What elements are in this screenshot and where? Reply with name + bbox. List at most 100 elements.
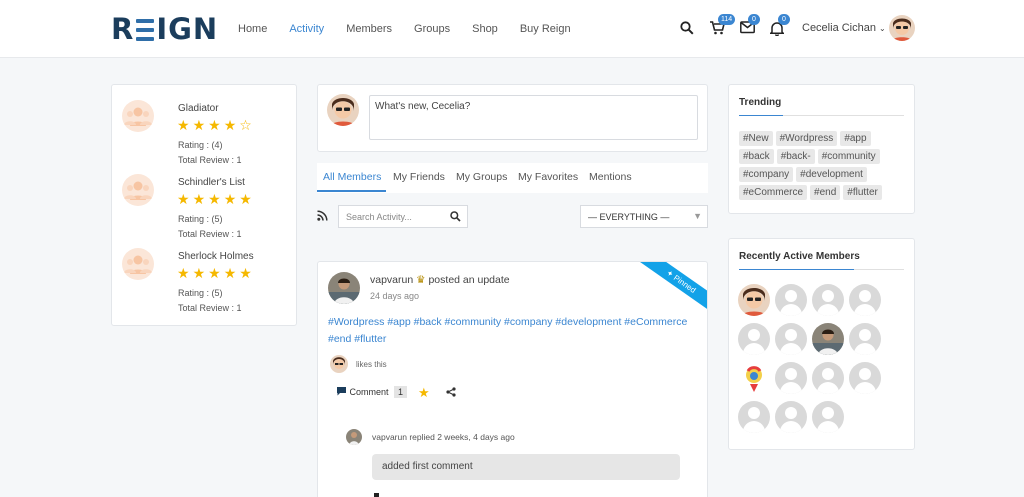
nav-buy-reign[interactable]: Buy Reign xyxy=(520,23,571,35)
nav-home[interactable]: Home xyxy=(238,23,267,35)
notifications-bell-icon[interactable]: 0 xyxy=(768,14,790,37)
trending-tag[interactable]: #flutter xyxy=(843,185,882,200)
star-icon: ★ xyxy=(208,191,224,207)
star-icon: ★ xyxy=(192,117,209,133)
review-total: Total Review : 1 xyxy=(178,229,242,239)
activity-filter-select[interactable]: — EVERYTHING — ▼ xyxy=(580,205,708,228)
tab-my-groups[interactable]: My Groups xyxy=(456,171,507,183)
messages-count-badge: 0 xyxy=(748,14,760,25)
activity-action: posted an update xyxy=(428,274,510,286)
author-name[interactable]: vapvarun xyxy=(370,274,413,286)
user-avatar[interactable] xyxy=(889,15,915,41)
hashtags-line[interactable]: #end #flutter xyxy=(328,331,698,348)
member-avatar[interactable] xyxy=(812,362,844,394)
activity-time[interactable]: 24 days ago xyxy=(370,291,419,301)
member-avatar[interactable] xyxy=(775,401,807,433)
recent-members-widget: Recently Active Members xyxy=(728,238,915,450)
trending-tag[interactable]: #back xyxy=(739,149,774,164)
activity-header: vapvarun ♛ posted an update xyxy=(370,274,510,286)
trending-widget: Trending #New #Wordpress #app#back #back- #c… xyxy=(728,84,915,214)
nav-members[interactable]: Members xyxy=(346,23,392,35)
trending-tag[interactable]: #eCommerce xyxy=(739,185,808,200)
star-icon: ★ xyxy=(177,191,193,207)
review-rating: Rating : (5) xyxy=(178,288,223,298)
member-avatar[interactable] xyxy=(738,323,770,355)
badge-icon: ♛ xyxy=(416,274,426,286)
trending-tag[interactable]: #back- xyxy=(776,149,815,164)
member-avatar[interactable] xyxy=(812,401,844,433)
site-header: R IGN Home Activity Members Groups Shop B… xyxy=(0,0,1024,58)
tab-my-friends[interactable]: My Friends xyxy=(393,171,445,183)
pinned-label: Pinned xyxy=(671,273,698,295)
nav-groups[interactable]: Groups xyxy=(414,23,450,35)
reply-author[interactable]: vapvarun xyxy=(372,432,407,442)
title-underline xyxy=(739,115,783,116)
member-avatar[interactable] xyxy=(775,362,807,394)
trending-tag[interactable]: #New xyxy=(739,131,773,146)
star-icon: ★ xyxy=(192,265,209,281)
star-icon: ★ xyxy=(223,265,240,281)
trending-tag[interactable]: #app xyxy=(840,131,871,146)
comment-label: Comment xyxy=(349,387,389,397)
review-title[interactable]: Sherlock Holmes xyxy=(178,251,254,262)
activity-tabs: All Members My Friends My Groups My Favo… xyxy=(317,163,708,193)
trending-tag[interactable]: #development xyxy=(796,167,867,182)
current-user-avatar[interactable] xyxy=(327,94,359,126)
reply-author-avatar[interactable] xyxy=(346,429,362,445)
member-avatar[interactable] xyxy=(849,323,881,355)
trending-tag[interactable]: #Wordpress xyxy=(775,131,838,146)
tab-all-members[interactable]: All Members xyxy=(323,171,381,183)
review-total: Total Review : 1 xyxy=(178,303,242,313)
rss-icon[interactable] xyxy=(317,210,328,224)
user-name: Cecelia Cichan xyxy=(802,22,876,34)
search-icon[interactable] xyxy=(680,21,696,37)
member-avatar[interactable] xyxy=(812,323,844,355)
site-logo[interactable]: R IGN xyxy=(111,14,218,44)
pinned-ribbon-wrap: ✦ Pinned xyxy=(637,262,707,317)
cart-icon[interactable]: 114 xyxy=(710,14,736,37)
reply-content: added first comment xyxy=(372,454,680,480)
pinned-ribbon: ✦ Pinned xyxy=(637,262,707,317)
filter-selected-value: — EVERYTHING — xyxy=(588,212,670,222)
trending-tag[interactable]: #end xyxy=(810,185,841,200)
star-icon: ★ xyxy=(223,117,240,133)
notifications-count-badge: 0 xyxy=(778,14,790,25)
author-avatar[interactable] xyxy=(328,272,360,304)
activity-item: ✦ Pinned vapvarun ♛ posted an update 24 … xyxy=(317,261,708,497)
share-icon[interactable] xyxy=(446,387,456,400)
whats-new-input[interactable]: What's new, Cecelia? xyxy=(369,95,698,140)
liker-avatar[interactable] xyxy=(330,355,348,373)
member-avatar[interactable] xyxy=(849,362,881,394)
member-avatar[interactable] xyxy=(849,284,881,316)
member-avatar[interactable] xyxy=(738,284,770,316)
trending-tag[interactable]: #community xyxy=(817,149,880,164)
messages-icon[interactable]: 0 xyxy=(740,14,760,37)
trending-tag[interactable]: #company xyxy=(739,167,794,182)
member-avatar[interactable] xyxy=(775,284,807,316)
nav-activity[interactable]: Activity xyxy=(289,23,324,35)
member-avatar[interactable] xyxy=(738,401,770,433)
comment-button[interactable]: Comment 1 xyxy=(336,386,408,398)
search-icon[interactable] xyxy=(450,211,461,224)
review-title[interactable]: Gladiator xyxy=(178,103,219,114)
search-activity-input[interactable]: Search Activity... xyxy=(338,205,468,228)
reply-header: vapvarun replied 2 weeks, 4 days ago xyxy=(372,432,515,442)
review-avatar xyxy=(122,248,154,280)
user-menu[interactable]: Cecelia Cichan ⌄ xyxy=(802,22,886,34)
tab-my-favorites[interactable]: My Favorites xyxy=(518,171,578,183)
member-avatar[interactable] xyxy=(738,362,770,394)
comment-bubble-icon xyxy=(336,387,350,397)
star-icon: ★ xyxy=(177,265,193,281)
star-icon: ★ xyxy=(239,265,255,281)
star-icon: ★ xyxy=(223,191,240,207)
star-rating: ★★★★★ xyxy=(177,265,255,282)
review-avatar xyxy=(122,100,154,132)
favorite-star-icon[interactable]: ★ xyxy=(418,385,430,401)
review-title[interactable]: Schindler's List xyxy=(178,177,245,188)
tab-mentions[interactable]: Mentions xyxy=(589,171,632,183)
member-avatar[interactable] xyxy=(812,284,844,316)
nav-shop[interactable]: Shop xyxy=(472,23,498,35)
review-rating: Rating : (4) xyxy=(178,140,223,150)
member-avatar[interactable] xyxy=(775,323,807,355)
hashtags-line[interactable]: #Wordpress #app #back #community #compan… xyxy=(328,314,698,331)
